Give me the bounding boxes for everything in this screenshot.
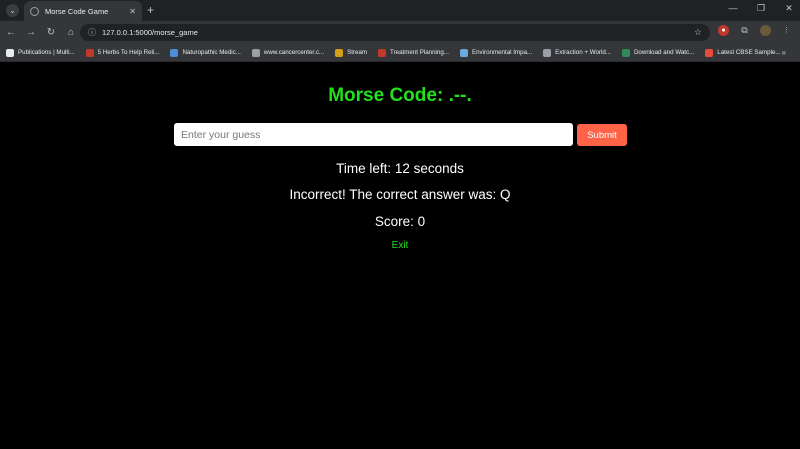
bookmark-label: Download and Watc... [633,49,695,56]
reload-icon[interactable]: ↻ [42,27,60,38]
tab-search-icon[interactable]: ⌄ [6,4,19,17]
bookmark-item[interactable]: Publications | Multi... [6,48,75,57]
timer-text: Time left: 12 seconds [336,161,464,176]
restore-icon[interactable]: ❐ [756,3,766,14]
profile-avatar[interactable] [760,25,771,36]
forward-icon[interactable]: → [22,27,40,38]
browser-tab[interactable]: Morse Code Game ✕ [24,1,142,21]
extension-icon[interactable]: ● [718,25,729,36]
bookmark-star-icon[interactable]: ☆ [694,27,702,38]
bookmarks-bar: Publications | Multi... 5 Herbs To Help R… [0,44,800,62]
back-icon[interactable]: ← [2,27,20,38]
bookmark-favicon-icon [378,48,387,57]
bookmark-item[interactable]: Environmental Impa... [459,48,533,57]
window-close-icon[interactable]: ✕ [784,3,794,14]
bookmark-favicon-icon [705,48,714,57]
bookmark-label: Latest CBSE Sample... [717,49,781,56]
bookmark-item[interactable]: Treatment Planning... [378,48,449,57]
bookmark-label: Naturopathic Medic... [182,49,241,56]
feedback-text: Incorrect! The correct answer was: Q [289,187,511,202]
address-bar[interactable]: ⓘ 127.0.0.1:5000/morse_game ☆ [80,24,710,41]
new-tab-icon[interactable]: + [147,3,154,17]
page-content: Morse Code: .--. Submit Time left: 12 se… [0,62,800,449]
bookmark-favicon-icon [621,48,630,57]
bookmark-label: Publications | Multi... [18,49,75,56]
bookmark-label: Extraction + World... [555,49,611,56]
bookmark-label: 5 Herbs To Help Reli... [97,49,160,56]
bookmark-label: Stream [347,49,368,56]
bookmark-item[interactable]: Download and Watc... [621,48,695,57]
bookmark-favicon-icon [85,48,94,57]
browser-tabstrip: ⌄ Morse Code Game ✕ + — ❐ ✕ [0,0,800,21]
bookmark-favicon-icon [170,48,179,57]
guess-input[interactable] [174,123,573,146]
submit-button[interactable]: Submit [577,124,627,146]
bookmark-item[interactable]: Latest CBSE Sample... [705,48,781,57]
bookmark-item[interactable]: Naturopathic Medic... [170,48,241,57]
exit-link[interactable]: Exit [0,240,800,251]
site-info-icon[interactable]: ⓘ [88,27,96,38]
bookmark-item[interactable]: 5 Herbs To Help Reli... [85,48,160,57]
bookmark-favicon-icon [6,48,14,57]
bookmark-item[interactable]: www.cancercenter.c... [251,48,325,57]
menu-kebab-icon[interactable]: ⋮ [781,25,792,36]
tab-title: Morse Code Game [45,6,109,16]
bookmark-label: www.cancercenter.c... [263,49,325,56]
extensions-area: ● ⧉ ⋮ [718,25,792,36]
bookmark-favicon-icon [543,48,552,57]
browser-toolbar: ← → ↻ ⌂ ⓘ 127.0.0.1:5000/morse_game ☆ ● … [0,21,800,44]
window-controls: — ❐ ✕ [728,3,794,14]
bookmark-label: Environmental Impa... [471,49,533,56]
morse-code-title: Morse Code: .--. [328,85,472,106]
bookmark-label: Treatment Planning... [390,49,449,56]
bookmark-item[interactable]: Extraction + World... [543,48,611,57]
close-icon[interactable]: ✕ [129,7,136,16]
bookmark-favicon-icon [251,48,260,57]
score-text: Score: 0 [374,214,426,229]
home-icon[interactable]: ⌂ [62,27,80,38]
puzzle-icon[interactable]: ⧉ [739,25,750,36]
url-text: 127.0.0.1:5000/morse_game [102,28,198,37]
bookmark-favicon-icon [459,48,468,57]
more-bookmarks-icon[interactable]: » [782,48,786,57]
bookmark-item[interactable]: Stream [335,48,368,57]
bookmark-favicon-icon [335,48,344,57]
globe-icon [30,6,39,16]
minimize-icon[interactable]: — [728,3,738,14]
